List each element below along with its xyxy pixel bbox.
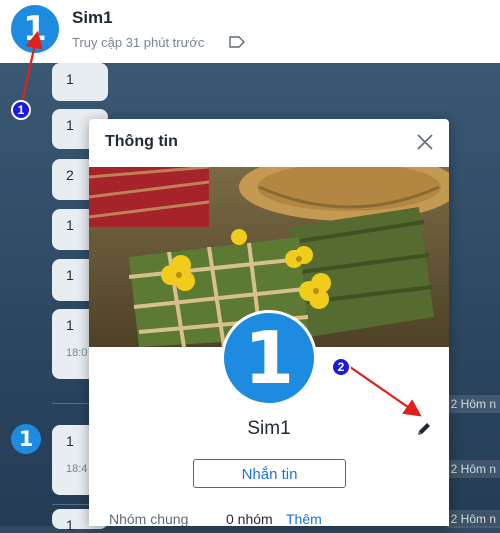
annotation-badge-2: 2 [331, 357, 351, 377]
tag-icon[interactable] [229, 36, 245, 48]
add-group-link[interactable]: Thêm [286, 511, 322, 526]
sender-avatar[interactable]: 1 [11, 424, 41, 454]
close-icon[interactable] [415, 132, 435, 152]
chat-header: 1 Sim1 Truy cập 31 phút trước [0, 0, 500, 64]
send-message-button[interactable]: Nhắn tin [193, 459, 346, 488]
contact-name[interactable]: Sim1 [72, 8, 113, 28]
contact-avatar[interactable]: 1 [11, 5, 59, 53]
common-groups-label: Nhóm chung [109, 511, 189, 526]
date-label: 2 Hôm n [446, 510, 500, 528]
date-label: 2 Hôm n [446, 460, 500, 478]
common-groups-count: 0 nhóm [226, 511, 273, 526]
pencil-icon[interactable] [416, 421, 432, 437]
annotation-badge-1: 1 [11, 100, 31, 120]
message-bubble[interactable]: 1 [52, 63, 108, 101]
modal-title: Thông tin [105, 133, 178, 150]
profile-info-modal: Thông tin 1 Sim1 Nhắn tin Nhóm chung 0 n… [89, 119, 449, 526]
last-seen-status: Truy cập 31 phút trước [72, 35, 205, 50]
profile-name: Sim1 [247, 418, 291, 439]
profile-avatar[interactable]: 1 [221, 310, 317, 406]
date-label: 2 Hôm n [446, 395, 500, 413]
